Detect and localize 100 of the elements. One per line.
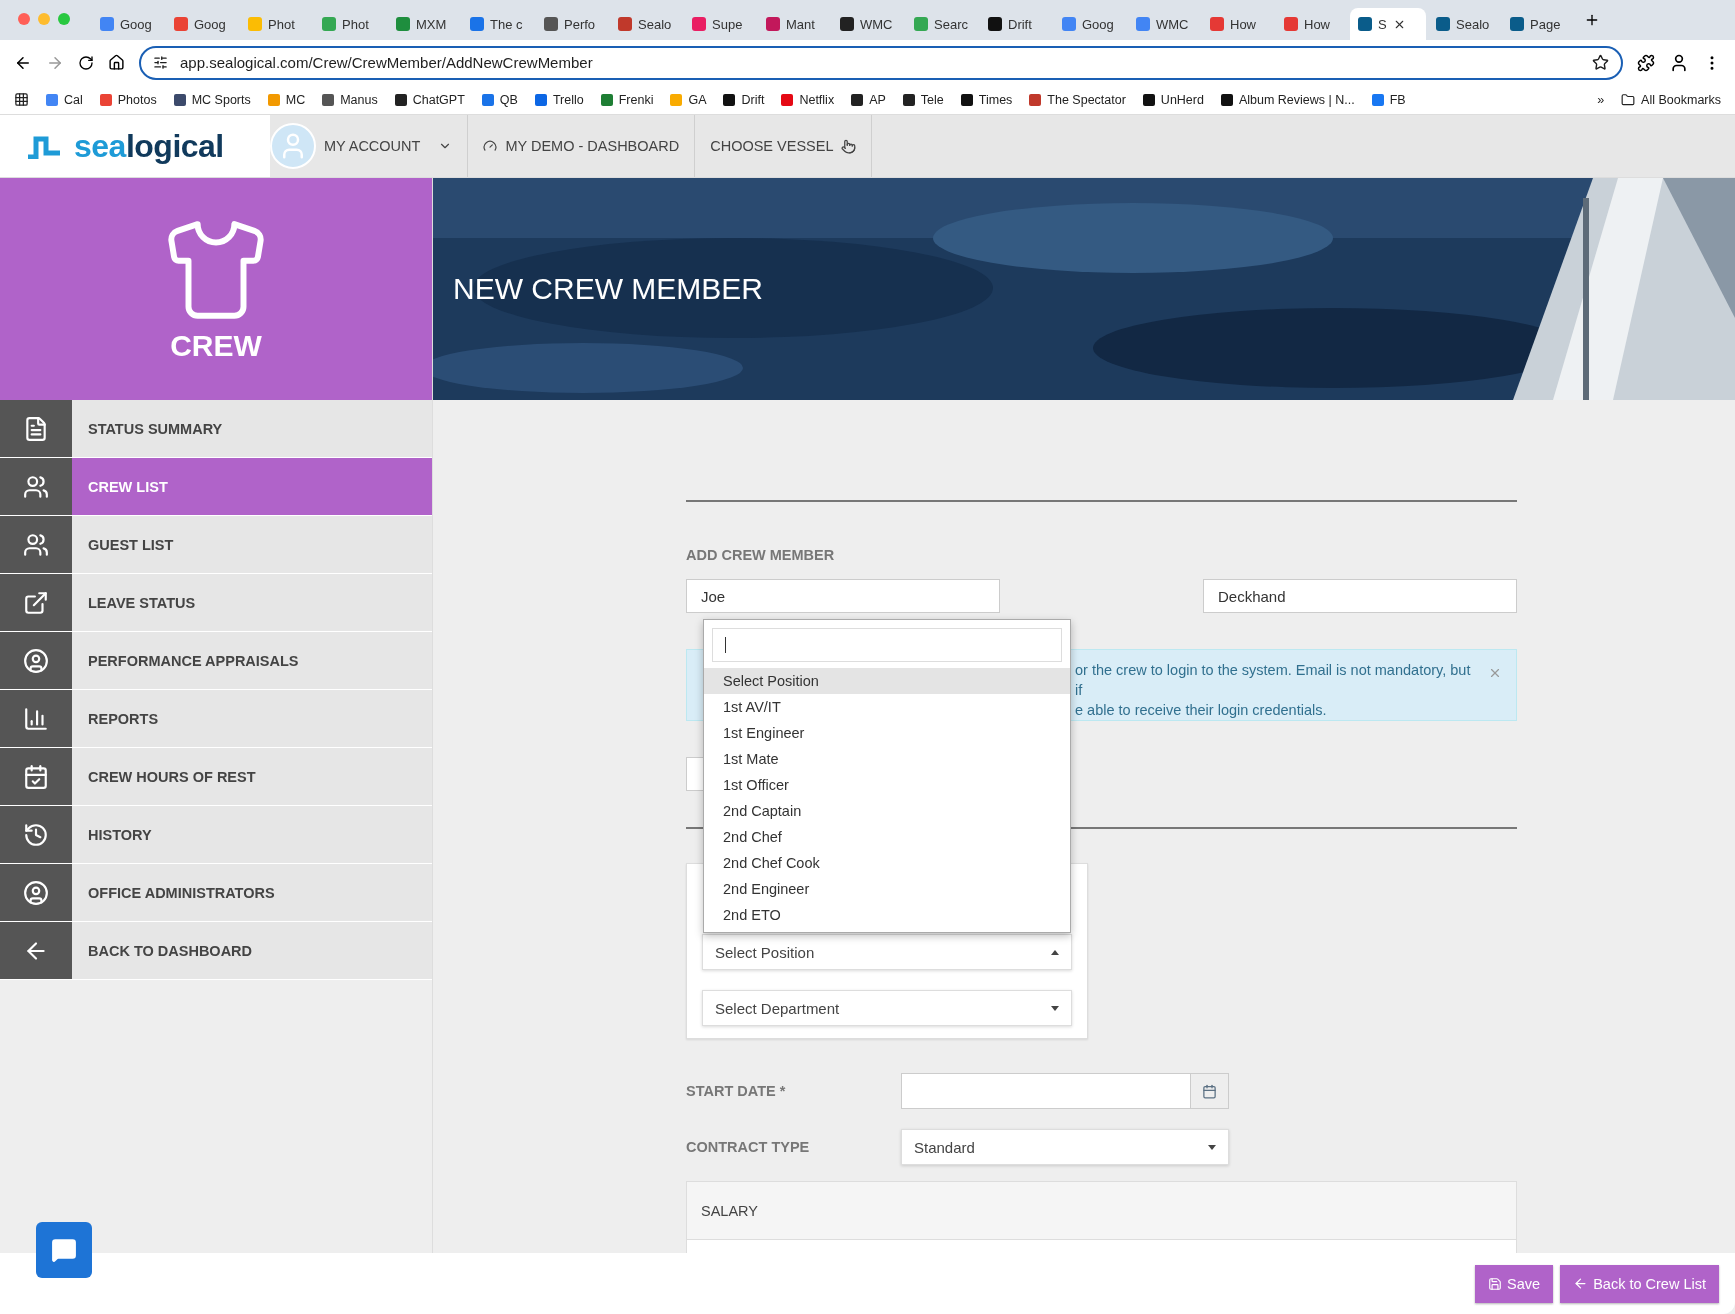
bookmark[interactable]: Tele [902,92,944,107]
position-field[interactable]: Deckhand [1203,579,1517,613]
save-button[interactable]: Save [1475,1264,1554,1303]
browser-tab[interactable]: How [1202,8,1274,40]
sidebar-item[interactable]: PERFORMANCE APPRAISALS [0,632,432,690]
field-label: CONTRACT TYPE [686,1139,811,1155]
dropdown-option[interactable]: 2nd Engineer [704,876,1070,902]
dropdown-option[interactable]: 1st Mate [704,746,1070,772]
nav-item[interactable]: MY ACCOUNT [270,115,469,177]
sidebar-item[interactable]: BACK TO DASHBOARD [0,922,432,980]
home-icon[interactable] [108,54,125,71]
bookmark[interactable]: Netflix [781,92,835,107]
dropdown-option[interactable]: 2nd Chef [704,824,1070,850]
reload-icon[interactable] [78,54,94,71]
browser-tab[interactable]: WMC [1128,8,1200,40]
bookmark[interactable]: Photos [99,92,157,107]
sidebar-item[interactable]: LEAVE STATUS [0,574,432,632]
browser-tab[interactable]: Sealo [1428,8,1500,40]
address-bar[interactable]: app.sealogical.com/Crew/CrewMember/AddNewCrewMember [139,45,1623,80]
browser-tab[interactable]: MXM [388,8,460,40]
position-select[interactable]: Select Position [702,934,1072,970]
first-name-field[interactable]: Joe [686,579,1000,613]
chat-button[interactable] [36,1222,92,1278]
browser-tab[interactable]: Drift [980,8,1052,40]
apps-icon[interactable] [14,92,29,107]
browser-tab[interactable]: Goog [166,8,238,40]
bookmark[interactable]: Manus [322,92,378,107]
calendar-icon [1202,1083,1217,1099]
panel-title: SALARY [701,1202,758,1219]
bookmark[interactable]: Cal [46,92,83,107]
nav-item[interactable]: CHOOSE VESSEL [695,115,873,177]
dropdown-option[interactable]: 1st AV/IT [704,694,1070,720]
dropdown-option[interactable]: Select Position [704,668,1070,694]
bookmark[interactable]: ChatGPT [394,92,465,107]
sidebar-item[interactable]: HISTORY [0,806,432,864]
bookmark[interactable]: MC Sports [173,92,251,107]
browser-tab[interactable]: Phot [314,8,386,40]
site-icon [1062,17,1076,31]
bookmark[interactable]: Album Reviews | N... [1220,92,1355,107]
sidebar-item[interactable]: GUEST LIST [0,516,432,574]
page-title: NEW CREW MEMBER [453,272,763,306]
dropdown-option[interactable]: 2nd Chef Cook [704,850,1070,876]
sidebar-item[interactable]: REPORTS [0,690,432,748]
all-bookmarks[interactable]: All Bookmarks [1621,92,1721,107]
site-icon [1510,17,1524,31]
bookmark-star-icon[interactable] [1592,54,1609,71]
bookmark[interactable]: Drift [723,92,765,107]
start-date-field[interactable] [901,1073,1191,1109]
browser-tab[interactable]: Supe [684,8,756,40]
dropdown-option[interactable]: 2nd Captain [704,798,1070,824]
browser-tab[interactable]: S [1350,8,1426,40]
folder-icon [1621,92,1636,107]
bookmark[interactable]: FB [1371,92,1406,107]
bookmark[interactable]: Frenki [600,92,654,107]
sidebar-item[interactable]: OFFICE ADMINISTRATORS [0,864,432,922]
dropdown-option[interactable]: 1st Officer [704,772,1070,798]
save-icon [1488,1276,1503,1291]
site-icon [544,17,558,31]
calendar-button[interactable] [1191,1073,1229,1109]
site-icon [618,17,632,31]
contract-type-select[interactable]: Standard [901,1129,1229,1165]
browser-tab[interactable]: Perfo [536,8,608,40]
sidebar-item[interactable]: STATUS SUMMARY [0,400,432,458]
extensions-icon[interactable] [1637,53,1655,72]
browser-tab[interactable]: The c [462,8,534,40]
dropdown-option[interactable]: 2nd ETO [704,902,1070,928]
site-icon [840,17,854,31]
new-tab-icon[interactable] [1584,12,1600,28]
dropdown-option[interactable]: 1st Engineer [704,720,1070,746]
more-bookmarks[interactable]: » [1597,92,1605,107]
browser-tab[interactable]: Sealo [610,8,682,40]
back-button[interactable]: Back to Crew List [1560,1264,1719,1303]
nav-item[interactable]: MY DEMO - DASHBOARD [468,115,696,177]
info-text: e able to receive their login credentials. [1075,701,1328,720]
browser-tab[interactable]: How [1276,8,1348,40]
browser-tab[interactable]: Phot [240,8,312,40]
browser-tab[interactable]: Searc [906,8,978,40]
caret-icon [1051,949,1059,955]
department-select[interactable]: Select Department [702,990,1072,1026]
browser-tab[interactable]: Mant [758,8,830,40]
search-field[interactable] [712,628,1062,662]
bookmark[interactable]: MC [267,92,306,107]
bookmark[interactable]: AP [851,92,886,107]
profile-icon[interactable] [1669,52,1689,73]
bookmark[interactable]: The Spectator [1029,92,1126,107]
bookmark[interactable]: Trello [534,92,584,107]
url-text: app.sealogical.com/Crew/CrewMember/AddNewCrewMember [180,54,594,71]
bookmark[interactable]: QB [481,92,518,107]
bookmark[interactable]: GA [670,92,707,107]
browser-tab[interactable]: Goog [1054,8,1126,40]
sidebar-item[interactable]: CREW HOURS OF REST [0,748,432,806]
browser-tab[interactable]: WMC [832,8,904,40]
browser-tab[interactable]: Goog [92,8,164,40]
sidebar-item[interactable]: CREW LIST [0,458,432,516]
bookmark[interactable]: Times [960,92,1013,107]
browser-tab[interactable]: Page [1502,8,1574,40]
site-settings-icon[interactable] [153,55,168,70]
logo-wordmark[interactable]: sealogical [74,127,224,165]
bar-chart-icon [23,705,49,732]
bookmark[interactable]: UnHerd [1142,92,1204,107]
